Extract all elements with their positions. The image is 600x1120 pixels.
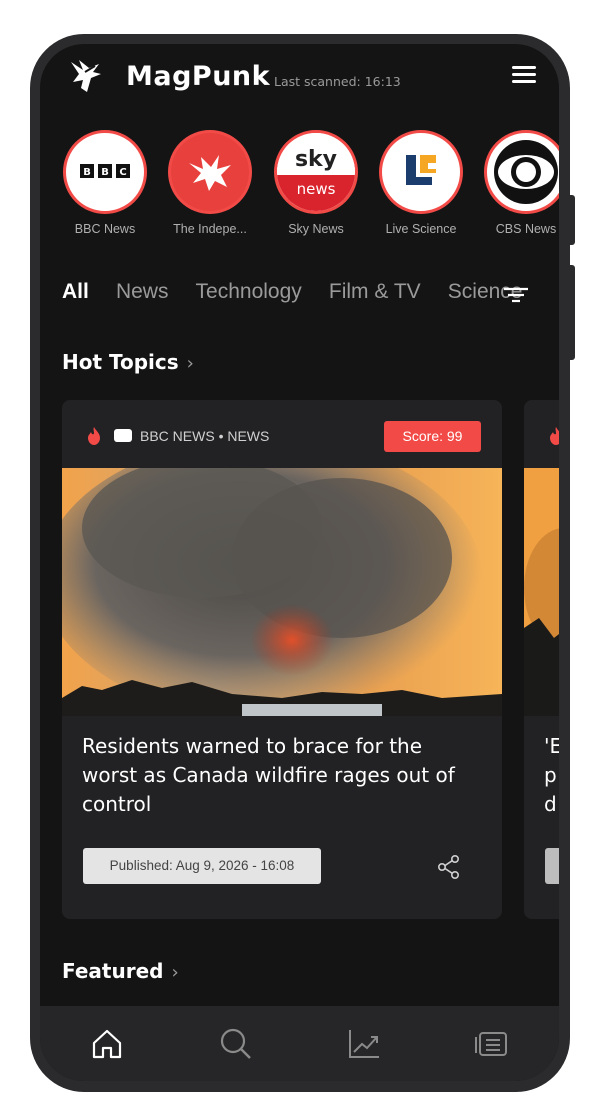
tab-technology[interactable]: Technology (196, 280, 302, 304)
news-feed-icon[interactable] (472, 1024, 512, 1064)
phone-side-button (570, 195, 575, 245)
article-card[interactable]: BBC NEWS • NEWS Score: 99 Residents warn… (62, 400, 502, 919)
category-tabs: All News Technology Film & TV Science (62, 280, 559, 310)
last-scanned-text: Last scanned: 16:13 (274, 74, 401, 89)
svg-text:C: C (119, 167, 126, 178)
hamburger-menu-icon[interactable] (512, 66, 540, 90)
article-source-category: BBC NEWS • NEWS (140, 428, 270, 444)
source-item-independent[interactable]: The Indepe... (158, 130, 262, 236)
svg-text:sky: sky (295, 147, 337, 172)
source-item-live-science[interactable]: Live Science (369, 130, 473, 236)
article-image (524, 468, 559, 716)
chevron-right-icon: › (171, 962, 179, 983)
app-title: MagPunk (126, 61, 271, 92)
source-label: CBS News (495, 222, 557, 236)
featured-title: Featured (62, 959, 164, 983)
bbc-small-logo-icon (114, 429, 132, 442)
bird-logo-icon (71, 60, 101, 92)
sky-news-logo: sky news (274, 130, 358, 214)
featured-heading[interactable]: Featured › (62, 959, 179, 983)
source-label: BBC News (74, 222, 136, 236)
published-date-badge: Published: Aug 9, 2026 - 16:08 (83, 848, 321, 884)
source-label: Sky News (288, 222, 344, 236)
article-card-partial[interactable]: 'E p d (524, 400, 559, 919)
article-headline[interactable]: Residents warned to brace for the worst … (82, 732, 482, 819)
wildfire-smoke-image (62, 468, 502, 716)
hot-topics-heading[interactable]: Hot Topics › (62, 350, 194, 374)
tab-news[interactable]: News (116, 280, 169, 304)
share-icon[interactable] (436, 854, 462, 880)
published-date-badge (545, 848, 559, 884)
source-item-bbc[interactable]: B B C BBC News (53, 130, 157, 236)
bottom-navigation (40, 1006, 559, 1081)
app-screen: MagPunk Last scanned: 16:13 B B C BBC Ne… (40, 44, 559, 1081)
svg-text:B: B (83, 167, 91, 178)
live-science-logo (379, 130, 463, 214)
phone-side-button (570, 265, 575, 360)
chevron-right-icon: › (186, 353, 194, 374)
source-list: B B C BBC News The Indepe... sky news Sk… (40, 130, 559, 240)
article-headline: 'E p d (544, 734, 559, 816)
tab-film-tv[interactable]: Film & TV (329, 280, 421, 304)
svg-text:news: news (297, 180, 336, 198)
flame-icon (550, 427, 559, 445)
hot-topics-title: Hot Topics (62, 350, 179, 374)
bbc-logo: B B C (63, 130, 147, 214)
trending-chart-icon[interactable] (344, 1024, 384, 1064)
source-label: Live Science (385, 222, 457, 236)
cbs-eye-logo (484, 130, 559, 214)
filter-icon[interactable] (502, 284, 530, 306)
source-item-sky-news[interactable]: sky news Sky News (264, 130, 368, 236)
svg-text:B: B (101, 167, 109, 178)
independent-eagle-logo (168, 130, 252, 214)
search-icon[interactable] (216, 1024, 256, 1064)
source-label: The Indepe... (173, 222, 247, 236)
home-icon[interactable] (87, 1024, 127, 1064)
score-badge: Score: 99 (384, 421, 481, 452)
tab-all[interactable]: All (62, 280, 89, 304)
source-item-cbs-news[interactable]: CBS News (474, 130, 559, 236)
flame-icon (88, 427, 100, 445)
